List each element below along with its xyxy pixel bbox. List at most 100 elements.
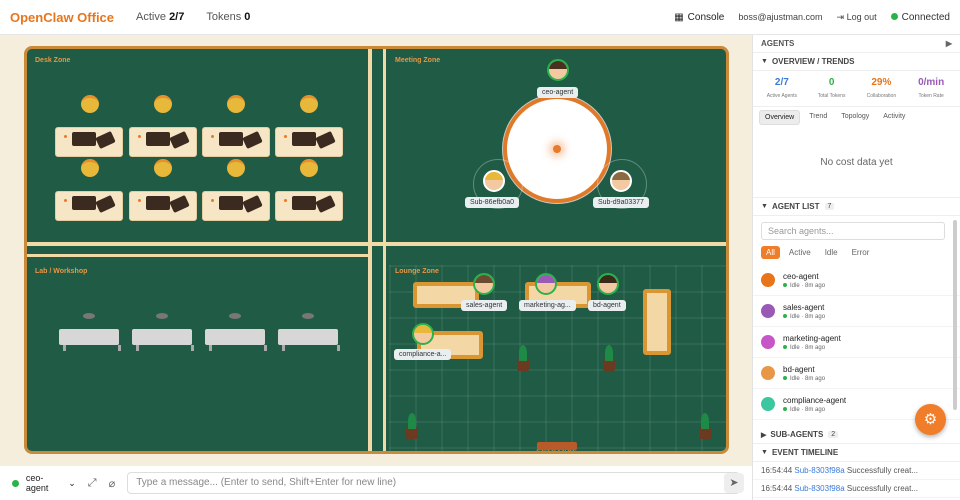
tab-topology[interactable]: Topology (836, 110, 874, 125)
chair (227, 95, 245, 113)
lamp-icon (229, 313, 241, 319)
avatar-sub-86efb0a0[interactable] (483, 170, 505, 192)
user-email: boss@ajustman.com (738, 12, 823, 22)
kpi-collaboration: 29% Collaboration (866, 77, 897, 99)
map-label-compliance-agent: compliance-a... (394, 349, 452, 360)
agent-list-item[interactable]: sales-agent Idle · 8m ago (753, 296, 960, 327)
tab-activity[interactable]: Activity (878, 110, 910, 125)
avatar-marketing-agent[interactable] (535, 273, 557, 295)
agent-avatar-icon (761, 273, 775, 287)
message-input[interactable]: Type a message... (Enter to send, Shift+… (127, 472, 740, 494)
desk[interactable] (129, 127, 197, 157)
tab-overview[interactable]: Overview (759, 110, 801, 125)
top-bar: OpenClaw Office Active 2/7 Tokens 0 ▦ Con… (0, 0, 960, 35)
app-logo: OpenClaw Office (10, 9, 115, 25)
wall-inner (27, 254, 368, 257)
desk[interactable] (275, 127, 343, 157)
plant-icon (406, 413, 418, 439)
chair (81, 159, 99, 177)
avatar-sub-d9a03377[interactable] (610, 170, 632, 192)
desk[interactable] (275, 191, 343, 221)
status-dot-icon (12, 479, 19, 487)
logout-button[interactable]: ⇥ Log out (837, 12, 877, 23)
agent-filters: All Active Idle Error (753, 246, 960, 265)
zone-label-meeting: Meeting Zone (395, 57, 441, 64)
map-label-sub-86efb0a0: Sub-86efb0a0 (465, 197, 519, 208)
desk[interactable] (202, 191, 270, 221)
desk[interactable] (129, 191, 197, 221)
no-cost-message: No cost data yet (753, 128, 960, 198)
office-floor: Desk Zone Meeting Zone Lab / Workshop Lo… (24, 46, 729, 454)
active-stat: Active 2/7 (136, 11, 185, 23)
collapse-arrow-icon: ▼ (761, 203, 768, 210)
office-canvas[interactable]: Desk Zone Meeting Zone Lab / Workshop Lo… (0, 35, 752, 465)
agent-list-item[interactable]: marketing-agent Idle · 8m ago (753, 327, 960, 358)
attach-icon[interactable]: ⌀ (109, 477, 116, 490)
collapse-arrow-icon: ▼ (761, 449, 768, 456)
lab-bench[interactable] (132, 329, 194, 351)
plant-icon (699, 413, 711, 439)
settings-fab-button[interactable]: ⚙ (915, 404, 946, 435)
avatar-ceo-agent[interactable] (547, 59, 569, 81)
kpi-total-tokens: 0 Total Tokens (817, 77, 846, 99)
play-icon[interactable]: ▶ (946, 39, 952, 48)
avatar-compliance-agent[interactable] (412, 323, 434, 345)
agent-avatar-icon (761, 366, 775, 380)
expand-arrow-icon: ▶ (761, 431, 767, 439)
filter-error[interactable]: Error (847, 246, 875, 259)
sofa (643, 289, 671, 355)
entrance-label: ENTRANCE (534, 442, 580, 459)
agent-avatar-icon (761, 335, 775, 349)
timeline-event[interactable]: 16:54:44 Sub-8303f98a Successfully creat… (753, 480, 960, 498)
filter-idle[interactable]: Idle (820, 246, 843, 259)
avatar-sales-agent[interactable] (473, 273, 495, 295)
subagents-count-badge: 2 (828, 431, 839, 438)
lab-bench[interactable] (205, 329, 267, 351)
sidebar-scrollbar[interactable] (953, 220, 957, 410)
map-label-bd-agent: bd-agent (588, 300, 626, 311)
lab-bench[interactable] (278, 329, 340, 351)
status-dot-icon (890, 12, 898, 20)
connection-status: Connected (890, 12, 950, 23)
desk[interactable] (55, 127, 123, 157)
plant-icon (603, 345, 615, 371)
chair (300, 159, 318, 177)
map-label-sales-agent: sales-agent (461, 300, 508, 311)
avatar-bd-agent[interactable] (597, 273, 619, 295)
sidebar-header: AGENTS ▶ (753, 35, 960, 53)
filter-all[interactable]: All (761, 246, 780, 259)
zone-label-lounge: Lounge Zone (395, 268, 439, 275)
chair (81, 95, 99, 113)
filter-active[interactable]: Active (784, 246, 816, 259)
map-label-marketing-agent: marketing-ag... (519, 300, 576, 311)
timeline-event[interactable]: 16:54:44 Sub-8303f98a Successfully creat… (753, 462, 960, 480)
lab-bench[interactable] (59, 329, 121, 351)
lamp-icon (83, 313, 95, 319)
console-button[interactable]: ▦ Console (674, 12, 724, 23)
overview-tabs: Overview Trend Topology Activity (753, 107, 960, 128)
chair (154, 159, 172, 177)
send-icon: ➤ (729, 477, 739, 489)
agent-list-item[interactable]: ceo-agent Idle · 8m ago (753, 265, 960, 296)
zone-label-lab: Lab / Workshop (35, 268, 88, 275)
desk[interactable] (202, 127, 270, 157)
agent-list-item[interactable]: bd-agent Idle · 8m ago (753, 358, 960, 389)
agent-search-input[interactable]: Search agents... (761, 222, 945, 240)
gear-icon: ⚙ (923, 411, 938, 428)
agent-list-section-header[interactable]: ▼ AGENT LIST 7 (753, 198, 960, 216)
tab-trend[interactable]: Trend (804, 110, 832, 125)
desk[interactable] (55, 191, 123, 221)
overview-section-header[interactable]: ▼ OVERVIEW / TRENDS (753, 53, 960, 71)
lamp-icon (156, 313, 168, 319)
console-icon: ▦ (674, 11, 684, 23)
send-button[interactable]: ➤ (724, 473, 744, 493)
wall-vertical (368, 49, 372, 451)
agent-count-badge: 7 (824, 203, 835, 210)
timeline-section-header[interactable]: ▼ EVENT TIMELINE (753, 444, 960, 462)
expand-icon[interactable]: ⤢ (88, 477, 97, 490)
agent-selector[interactable]: ceo-agent ⌄ (12, 473, 76, 493)
plant-icon (517, 345, 529, 371)
kpi-active-agents: 2/7 Active Agents (766, 77, 798, 99)
chat-bar: ceo-agent ⌄ ⤢ ⌀ Type a message... (Enter… (0, 465, 752, 500)
collapse-arrow-icon: ▼ (761, 58, 768, 65)
